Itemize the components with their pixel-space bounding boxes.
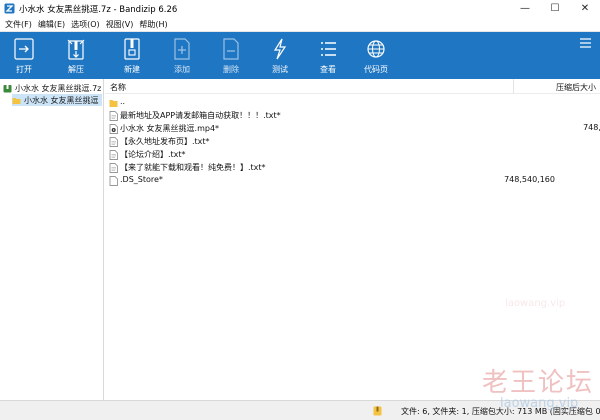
- file-row[interactable]: 【来了就能下载和观看！纯免费！】.txt*: [105, 161, 600, 174]
- new-archive-icon: [124, 38, 140, 60]
- extract-label: 解压: [68, 65, 84, 74]
- column-divider[interactable]: [513, 79, 514, 94]
- file-name: 小水水 女友黑丝挑逗.mp4*: [120, 124, 220, 133]
- view-label: 查看: [320, 65, 336, 74]
- hamburger-menu-icon[interactable]: [580, 38, 591, 48]
- file-name: .DS_Store*: [120, 175, 163, 184]
- new-label: 新建: [124, 65, 140, 74]
- test-label: 测试: [272, 65, 288, 74]
- add-button[interactable]: 添加: [162, 32, 202, 79]
- file-name: 【永久地址发布页】.txt*: [120, 137, 210, 146]
- delete-label: 删除: [223, 65, 239, 74]
- delete-button[interactable]: 删除: [211, 32, 251, 79]
- view-button[interactable]: 查看: [308, 32, 348, 79]
- menu-bar: 文件(F) 编辑(E) 选项(O) 视图(V) 帮助(H): [0, 17, 600, 32]
- file-name: 【论坛介绍】.txt*: [120, 150, 186, 159]
- add-file-icon: [174, 38, 190, 60]
- file-compressed-size: 748,540,160: [504, 175, 555, 184]
- new-button[interactable]: 新建: [112, 32, 152, 79]
- close-button[interactable]: ✕: [570, 0, 600, 17]
- file-row[interactable]: ..: [105, 96, 600, 109]
- file-row[interactable]: .DS_Store* 748,540,160: [105, 174, 600, 187]
- file-row[interactable]: 【永久地址发布页】.txt*: [105, 135, 600, 148]
- minimize-button[interactable]: —: [510, 0, 540, 17]
- video-file-icon: [109, 124, 118, 134]
- open-label: 打开: [16, 65, 32, 74]
- column-header: 名称 压缩后大小: [105, 79, 600, 94]
- file-row[interactable]: 【论坛介绍】.txt*: [105, 148, 600, 161]
- archive-status-icon: [373, 406, 382, 416]
- bandizip-app-icon: [4, 3, 15, 14]
- column-name[interactable]: 名称: [110, 82, 126, 93]
- open-icon: [14, 38, 34, 60]
- delete-file-icon: [223, 38, 239, 60]
- add-label: 添加: [174, 65, 190, 74]
- window-controls: — ☐ ✕: [510, 0, 600, 17]
- file-row[interactable]: 小水水 女友黑丝挑逗.mp4* 748,8: [105, 122, 600, 135]
- watermark-site-name: 老王论坛: [482, 368, 595, 398]
- file-name: ..: [120, 97, 126, 106]
- file-name: 【来了就能下载和观看！纯免费！】.txt*: [120, 163, 266, 172]
- file-size-truncated: 748,8: [583, 123, 600, 132]
- list-view-icon: [321, 42, 336, 56]
- tree-root-label: 小水水 女友黑丝挑逗.7z: [15, 83, 102, 93]
- menu-view[interactable]: 视图(V): [105, 19, 139, 30]
- globe-icon: [367, 40, 385, 58]
- codepage-button[interactable]: 代码页: [356, 32, 396, 79]
- toolbar: 打开 解压 新建 添加 删除 测试 查看 代码页: [0, 32, 600, 79]
- file-list: 名称 压缩后大小 .. 最新地址及APP请发邮箱自动获取！！！.txt* 小水水 女…: [105, 79, 600, 400]
- menu-options[interactable]: 选项(O): [70, 19, 105, 30]
- watermark-site-url: laowang.vip: [500, 396, 579, 411]
- menu-help[interactable]: 帮助(H): [138, 19, 172, 30]
- archive-icon: [3, 84, 12, 92]
- open-button[interactable]: 打开: [4, 32, 44, 79]
- column-compressed-size[interactable]: 压缩后大小: [556, 82, 596, 93]
- tree-item-label: 小水水 女友黑丝挑逗: [24, 95, 99, 105]
- tree-root-archive[interactable]: 小水水 女友黑丝挑逗.7z: [3, 82, 101, 94]
- extract-icon: [67, 39, 85, 60]
- extract-button[interactable]: 解压: [56, 32, 96, 79]
- folder-tree: 小水水 女友黑丝挑逗.7z 小水水 女友黑丝挑逗: [0, 79, 104, 400]
- file-name: 最新地址及APP请发邮箱自动获取！！！.txt*: [120, 111, 281, 120]
- menu-edit[interactable]: 编辑(E): [37, 19, 70, 30]
- text-file-icon: [109, 150, 118, 160]
- codepage-label: 代码页: [364, 65, 388, 74]
- window-title: 小水水 女友黑丝挑逗.7z - Bandizip 6.26: [19, 4, 178, 15]
- menu-file[interactable]: 文件(F): [4, 19, 37, 30]
- blank-file-icon: [109, 176, 118, 186]
- watermark-faint: laowang.vip: [505, 298, 566, 309]
- title-bar: 小水水 女友黑丝挑逗.7z - Bandizip 6.26 — ☐ ✕: [0, 0, 600, 17]
- file-row[interactable]: 最新地址及APP请发邮箱自动获取！！！.txt*: [105, 109, 600, 122]
- text-file-icon: [109, 111, 118, 121]
- text-file-icon: [109, 163, 118, 173]
- lightning-icon: [273, 38, 287, 60]
- test-button[interactable]: 测试: [260, 32, 300, 79]
- maximize-button[interactable]: ☐: [540, 0, 570, 17]
- tree-item-folder[interactable]: 小水水 女友黑丝挑逗: [12, 94, 102, 106]
- folder-icon: [109, 100, 118, 107]
- text-file-icon: [109, 137, 118, 147]
- folder-icon: [12, 97, 21, 104]
